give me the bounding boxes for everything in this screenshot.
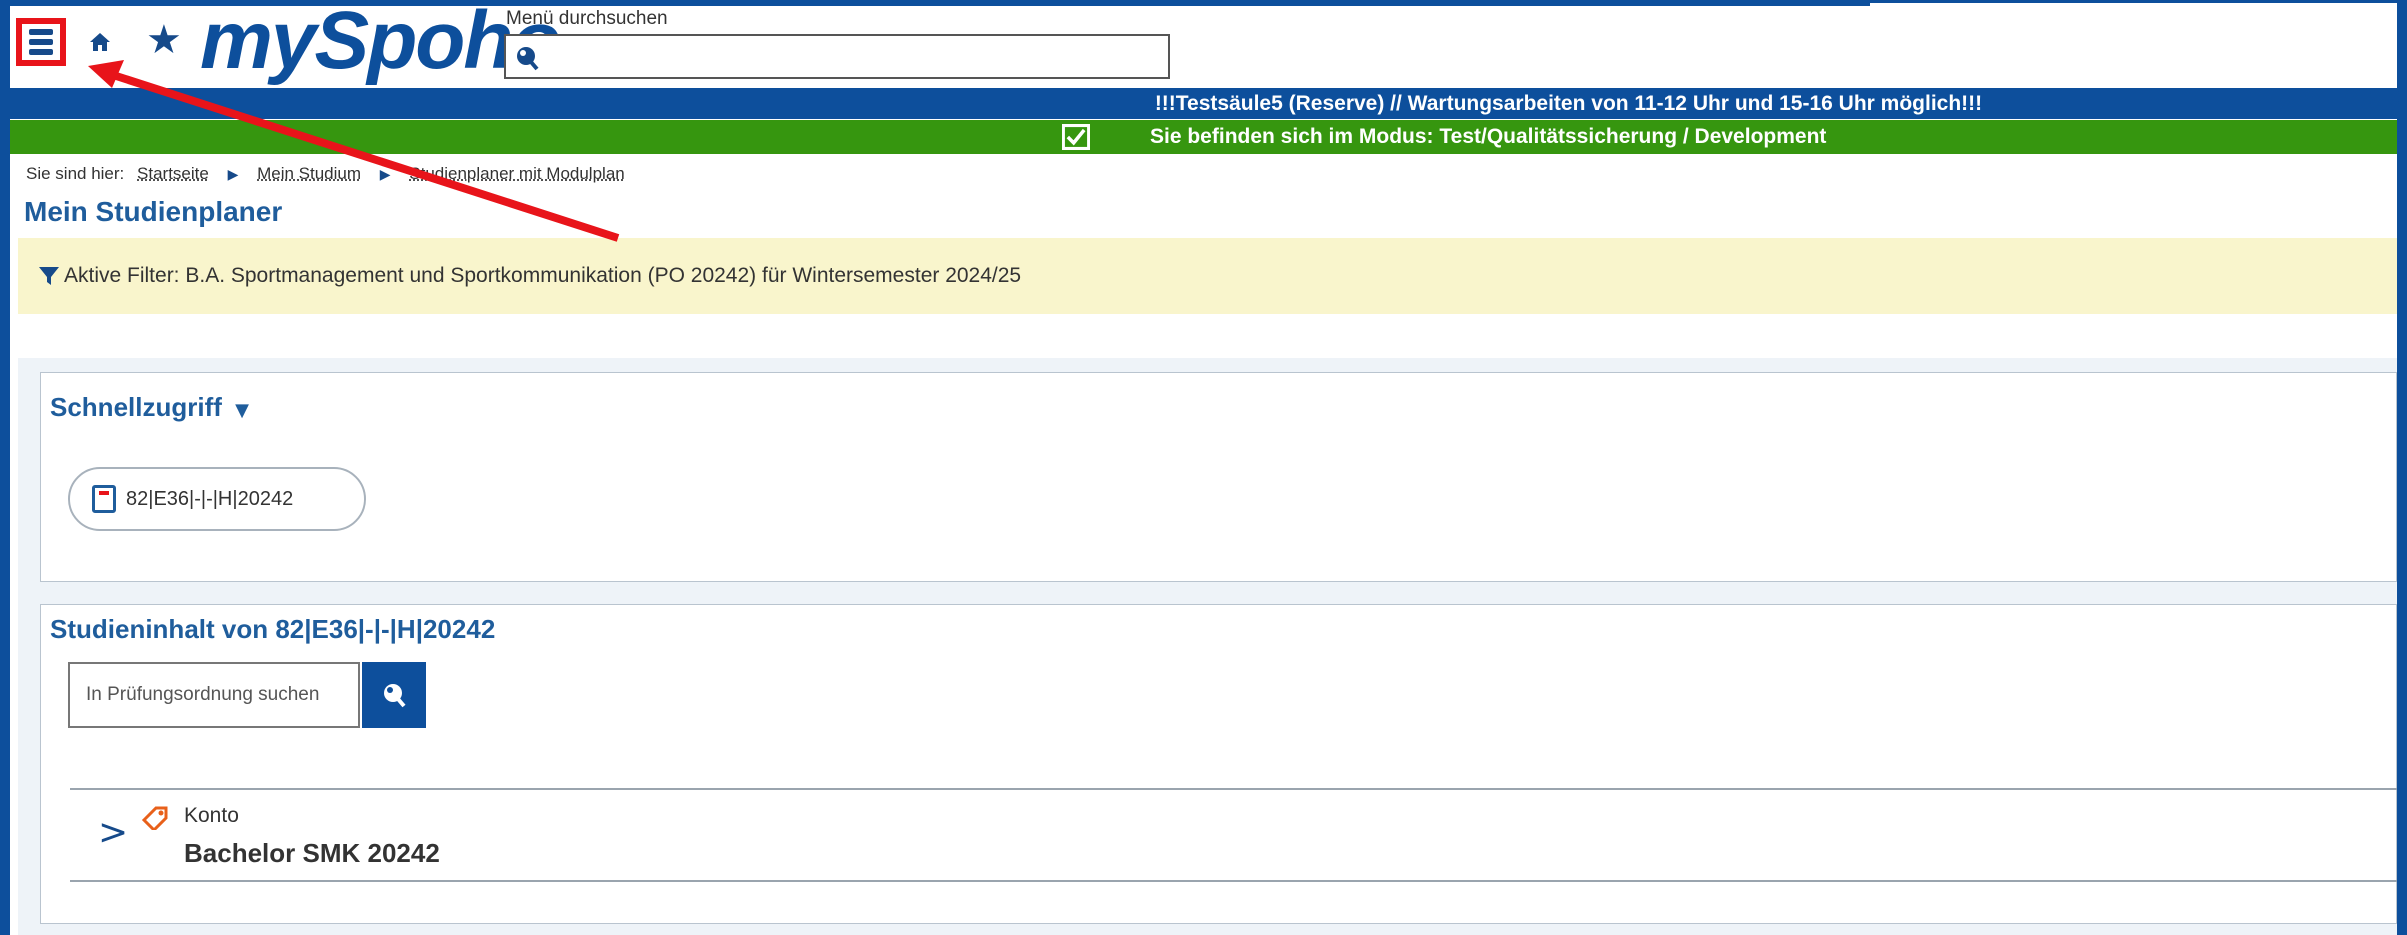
frame-top-edge-right <box>1870 0 2407 3</box>
tree-divider <box>70 788 2397 790</box>
search-icon <box>384 684 406 708</box>
active-filter-bar[interactable]: Aktive Filter: B.A. Sportmanagement und … <box>18 238 2397 314</box>
maintenance-banner: !!!Testsäule5 (Reserve) // Wartungsarbei… <box>10 88 2397 119</box>
tree-type-label: Konto <box>184 804 239 827</box>
expand-chevron-icon[interactable]: > <box>98 812 128 853</box>
schnellzugriff-title[interactable]: Schnellzugriff ▼ <box>50 392 249 423</box>
po-search-button[interactable] <box>362 662 426 728</box>
home-icon[interactable] <box>88 30 112 54</box>
tree-divider <box>70 880 2397 882</box>
breadcrumb: Sie sind hier: Startseite ▶ Mein Studium… <box>26 164 625 184</box>
breadcrumb-prefix: Sie sind hier: <box>26 164 125 183</box>
breadcrumb-link-mein-studium[interactable]: Mein Studium <box>257 164 361 183</box>
hamburger-menu-icon[interactable] <box>16 18 66 66</box>
breadcrumb-link-startseite[interactable]: Startseite <box>137 164 209 183</box>
active-filter-text: Aktive Filter: B.A. Sportmanagement und … <box>64 264 1022 287</box>
mode-text: Sie befinden sich im Modus: Test/Qualitä… <box>1150 125 1827 148</box>
favorites-star-icon[interactable]: ★ <box>146 20 182 60</box>
po-search-input[interactable]: In Prüfungsordnung suchen <box>68 662 360 728</box>
chevron-right-icon: ▶ <box>227 166 239 182</box>
page-title: Mein Studienplaner <box>24 196 283 227</box>
breadcrumb-link-studienplaner[interactable]: Studienplaner mit Modulplan <box>409 164 624 183</box>
document-icon <box>92 485 116 513</box>
mode-banner: Sie befinden sich im Modus: Test/Qualitä… <box>10 120 2397 154</box>
menu-search-input[interactable] <box>504 34 1170 79</box>
chevron-right-icon: ▶ <box>379 166 391 182</box>
tree-node-name[interactable]: Bachelor SMK 20242 <box>184 838 440 869</box>
checkbox-icon <box>1062 124 1090 150</box>
studieninhalt-title: Studieninhalt von 82|E36|-|-|H|20242 <box>50 614 496 644</box>
filter-funnel-icon <box>39 267 59 286</box>
chevron-down-icon: ▼ <box>235 400 249 421</box>
quick-access-chip[interactable]: 82|E36|-|-|H|20242 <box>68 467 366 531</box>
chip-label: 82|E36|-|-|H|20242 <box>126 488 294 510</box>
tag-icon <box>141 806 168 830</box>
studieninhalt-panel <box>40 604 2397 924</box>
menu-search-label: Menü durchsuchen <box>506 8 668 29</box>
search-icon <box>517 47 539 71</box>
schnellzugriff-panel <box>40 372 2397 582</box>
